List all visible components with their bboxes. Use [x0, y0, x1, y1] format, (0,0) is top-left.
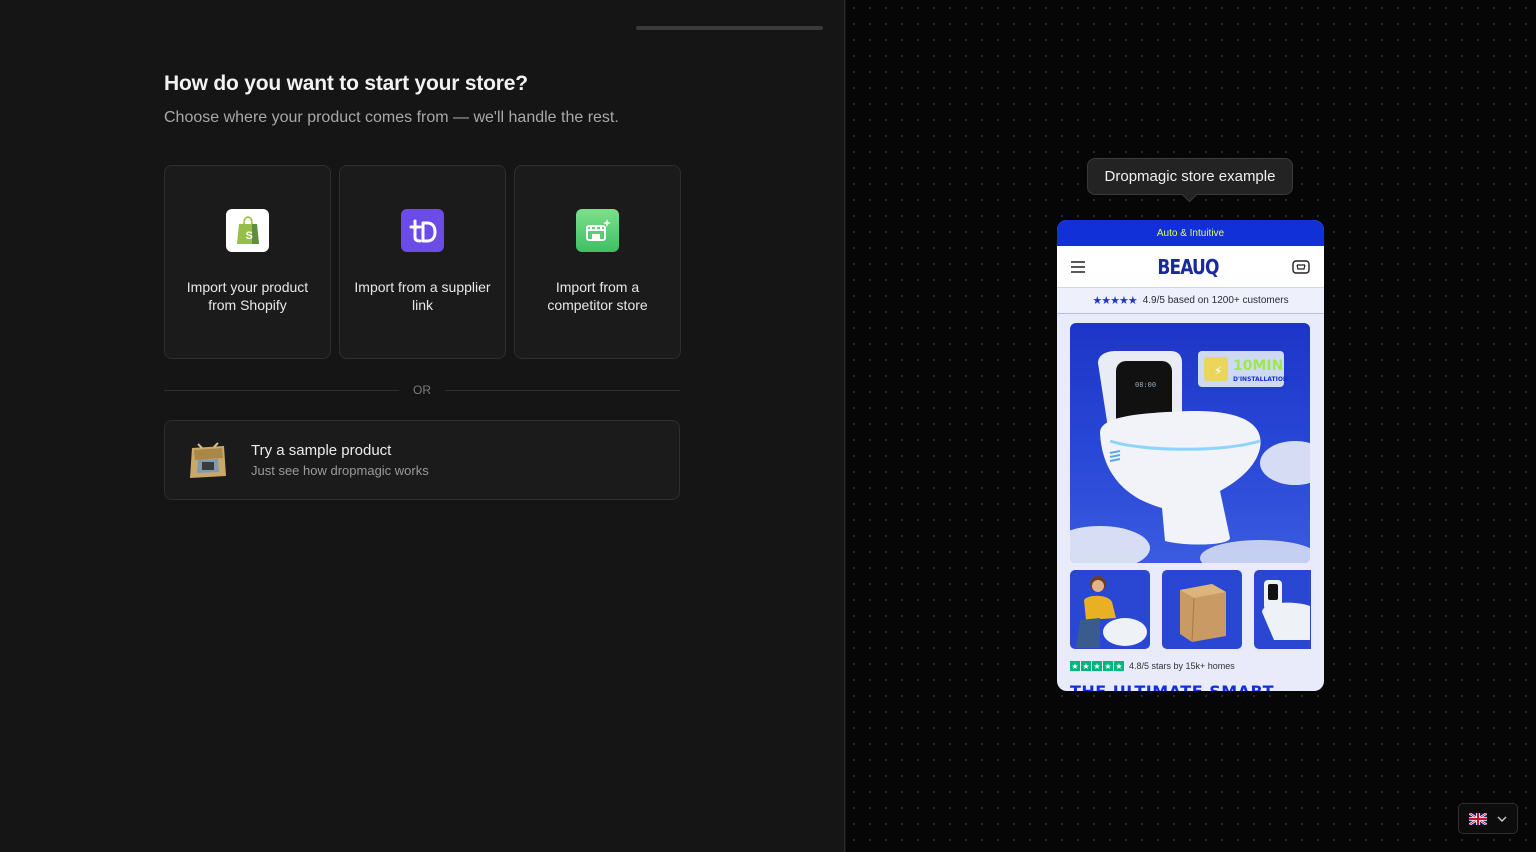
thumbnail-toilet[interactable] [1254, 570, 1324, 649]
or-divider: OR [164, 380, 680, 400]
sample-title: Try a sample product [251, 442, 429, 459]
hero-badge-big: 10MIN [1233, 358, 1283, 374]
page-title: How do you want to start your store? [164, 72, 528, 96]
or-label: OR [413, 383, 431, 397]
thumbnail-woman[interactable] [1070, 570, 1150, 649]
sample-product-image [184, 436, 232, 484]
store-preview: Auto & Intuitive BEAUQ ★★★★★ 4.9/5 based… [1057, 220, 1324, 691]
headline-partial: THE ULTIMATE SMART [1070, 682, 1274, 691]
thumbnail-strip [1070, 570, 1324, 649]
progress-bar [636, 26, 823, 30]
svg-text:⚡: ⚡ [1214, 364, 1222, 378]
onboarding-panel: How do you want to start your store? Cho… [0, 0, 845, 852]
supplier-link-icon [401, 209, 444, 252]
thumbnail-box[interactable] [1162, 570, 1242, 649]
import-options: S Import your product from Shopify Impor… [164, 165, 681, 359]
preview-panel: Dropmagic store example Auto & Intuitive… [846, 0, 1536, 852]
import-shopify-card[interactable]: S Import your product from Shopify [164, 165, 331, 359]
hero-badge-small: D'INSTALLATION [1233, 376, 1288, 383]
hero-image: 08:00 ⚡ 10MIN D'INSTALLATION [1070, 323, 1310, 563]
store-nav: BEAUQ [1057, 246, 1324, 288]
rating-stars-icon: ★★★★★ [1092, 294, 1136, 307]
menu-icon [1071, 261, 1085, 273]
screen-readout: 08:00 [1135, 381, 1156, 389]
import-supplier-label: Import from a supplier link [348, 278, 498, 314]
store-brand: BEAUQ [1158, 255, 1219, 279]
chevron-down-icon [1497, 816, 1507, 822]
import-shopify-label: Import your product from Shopify [173, 278, 323, 314]
trustpilot-text: 4.8/5 stars by 15k+ homes [1129, 661, 1235, 671]
sample-product-card[interactable]: Try a sample product Just see how dropma… [164, 420, 680, 500]
sample-subtitle: Just see how dropmagic works [251, 463, 429, 478]
cart-icon [1292, 259, 1310, 275]
trustpilot-stars-icon: ★★★★★ [1070, 661, 1124, 671]
page-subtitle: Choose where your product comes from — w… [164, 109, 619, 127]
import-supplier-card[interactable]: Import from a supplier link [339, 165, 506, 359]
announcement-bar: Auto & Intuitive [1057, 220, 1324, 246]
rating-row: ★★★★★ 4.9/5 based on 1200+ customers [1057, 288, 1324, 314]
import-competitor-label: Import from a competitor store [523, 278, 673, 314]
store-sparkle-icon [576, 209, 619, 252]
uk-flag-icon [1469, 813, 1487, 825]
rating-text: 4.9/5 based on 1200+ customers [1143, 295, 1289, 306]
import-competitor-card[interactable]: Import from a competitor store [514, 165, 681, 359]
preview-tooltip: Dropmagic store example [1087, 158, 1293, 195]
svg-text:S: S [245, 230, 252, 242]
shopify-icon: S [226, 209, 269, 252]
language-selector[interactable] [1458, 803, 1518, 834]
trustpilot-row: ★★★★★ 4.8/5 stars by 15k+ homes [1070, 661, 1235, 671]
